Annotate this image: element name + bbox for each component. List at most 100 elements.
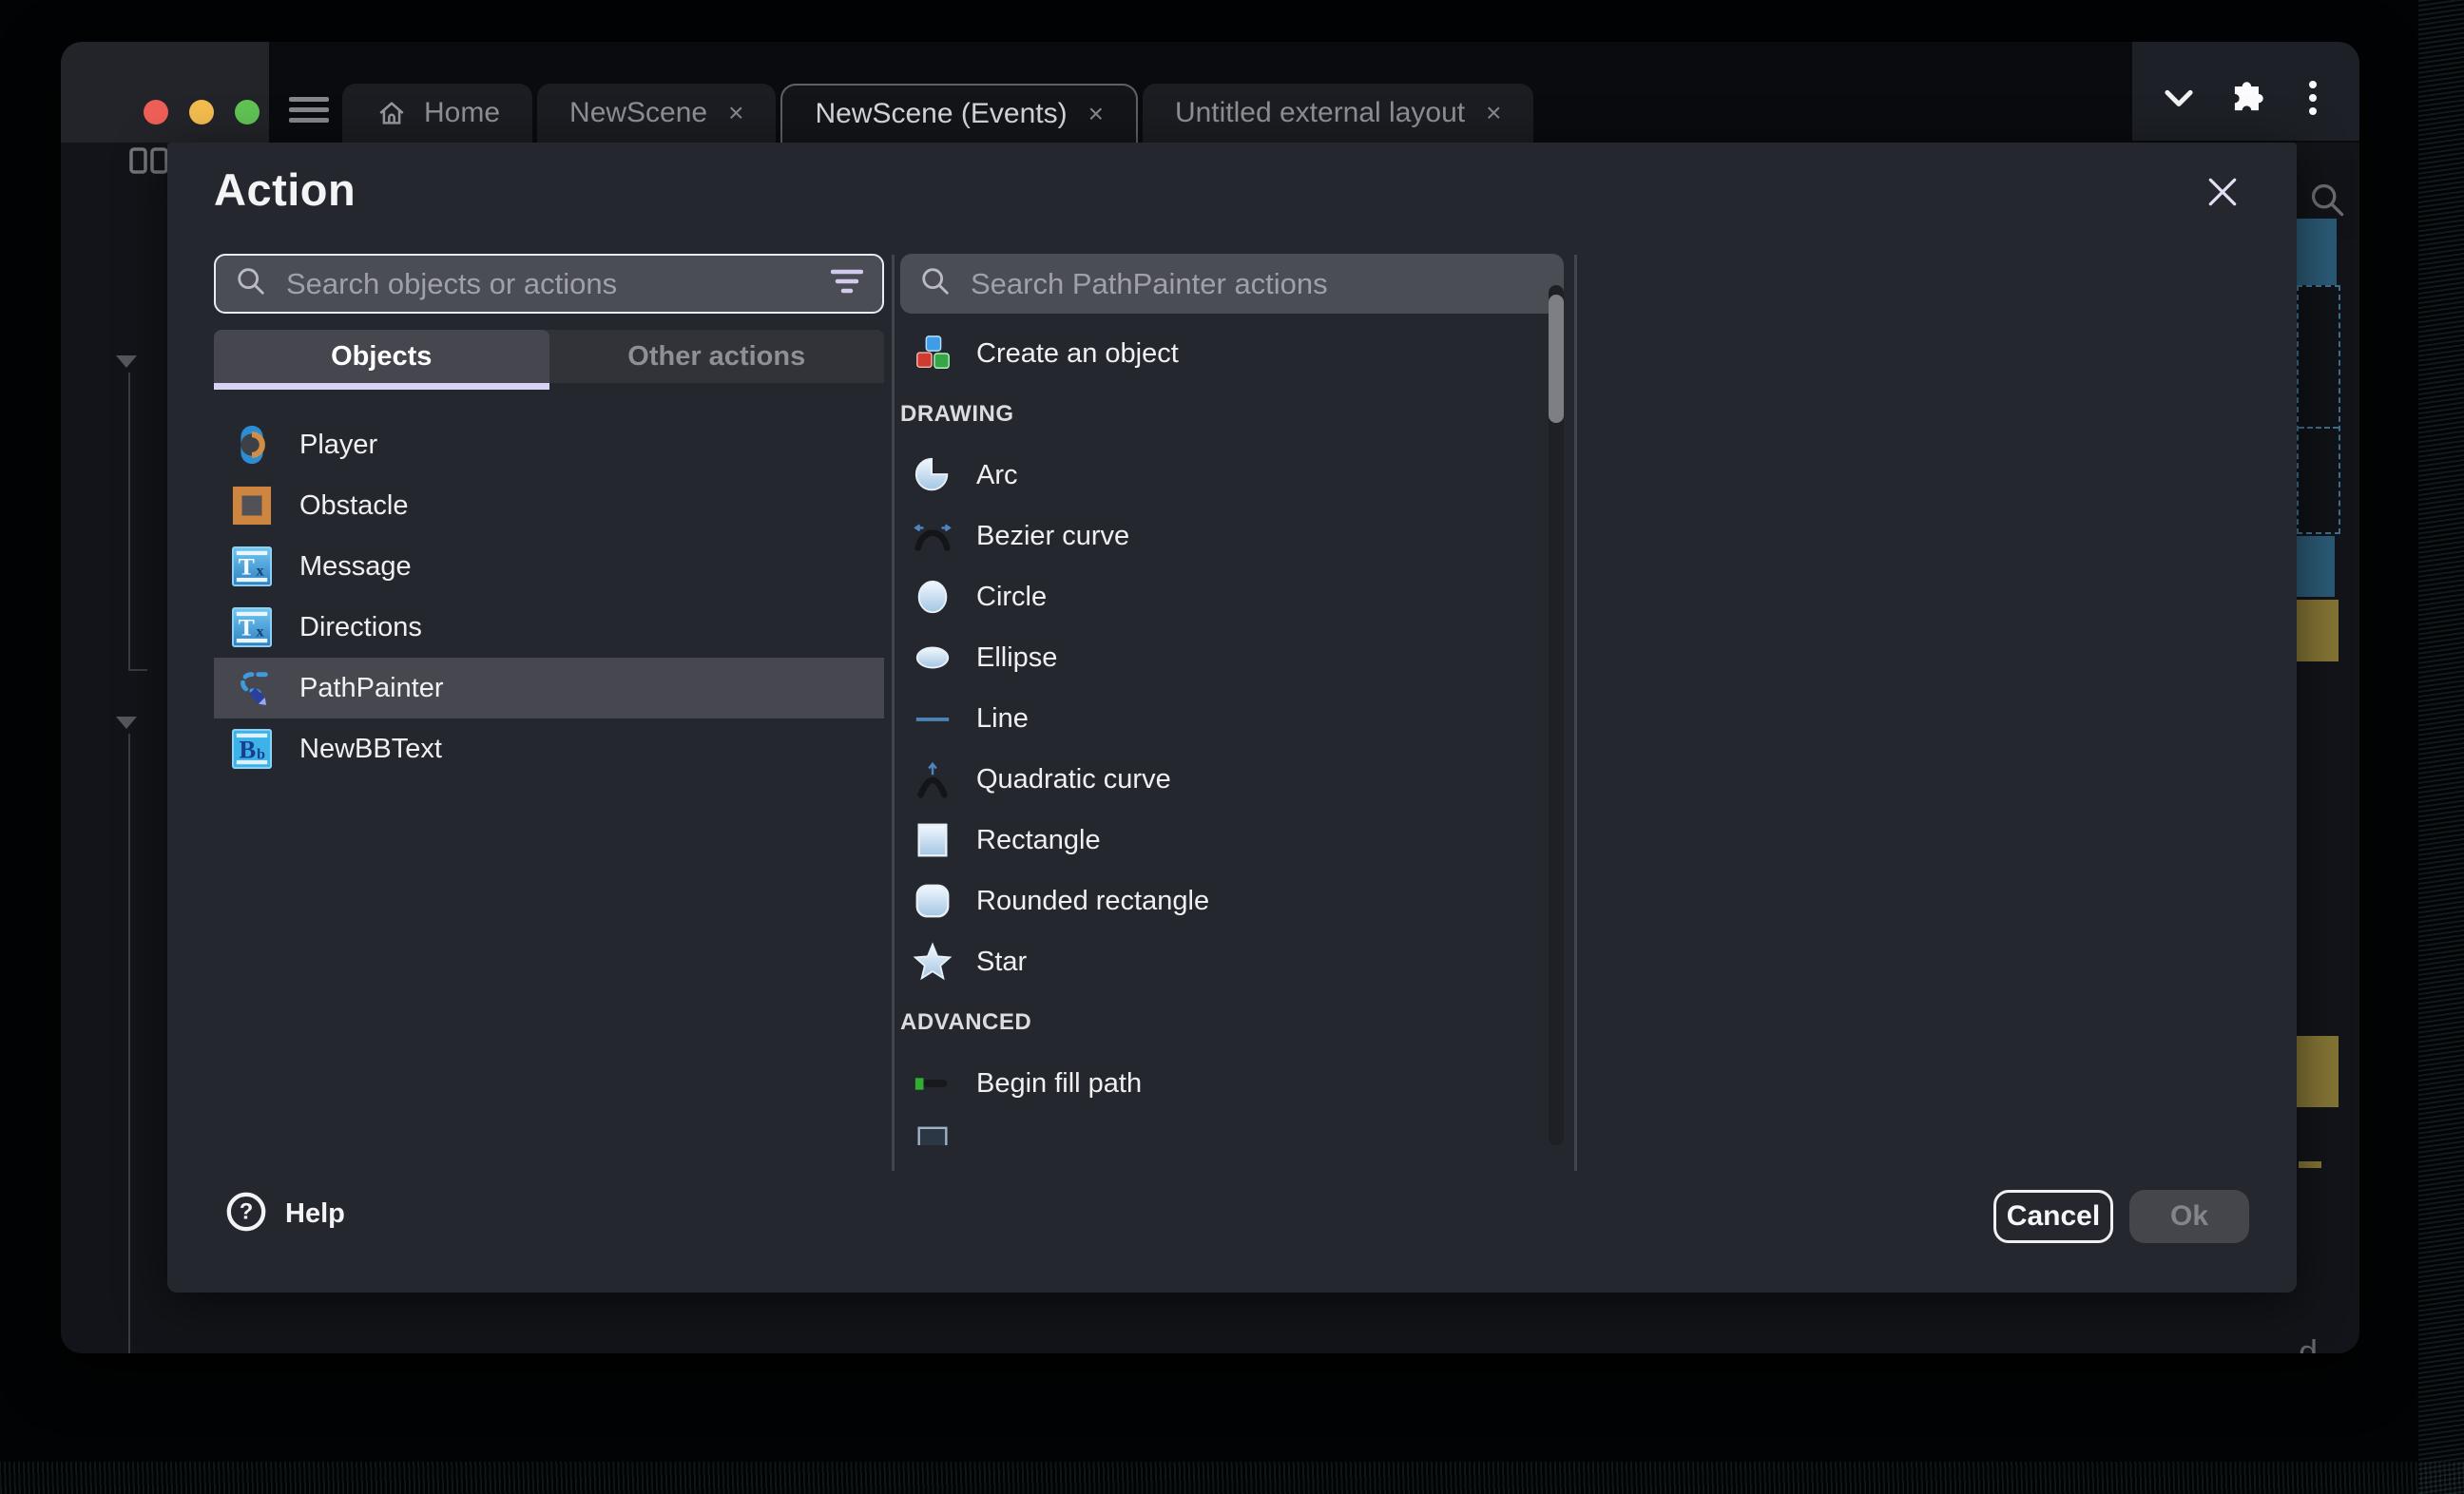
object-list: PlayerObstacle Tx Message Tx Directions PathP… bbox=[214, 414, 884, 779]
row-label: Circle bbox=[976, 582, 1047, 613]
search-icon bbox=[919, 265, 952, 302]
objects-search-input[interactable] bbox=[284, 266, 831, 302]
section-header-drawing: DRAWING bbox=[900, 384, 1548, 445]
ok-button[interactable]: Ok bbox=[2129, 1190, 2249, 1243]
star-icon bbox=[910, 942, 955, 982]
row-label: Begin fill path bbox=[976, 1068, 1142, 1100]
section-header-advanced: ADVANCED bbox=[900, 992, 1548, 1053]
action-item-circle[interactable]: Circle bbox=[900, 566, 1548, 627]
clipped-editor-text: d... bbox=[2299, 1332, 2346, 1353]
row-label: Bezier curve bbox=[976, 521, 1129, 552]
event-block bbox=[2297, 1036, 2339, 1107]
zoom-window-button[interactable] bbox=[235, 100, 260, 124]
chevron-down-icon[interactable] bbox=[2158, 78, 2200, 120]
extensions-puzzle-icon[interactable] bbox=[2225, 78, 2267, 120]
tab-other-actions[interactable]: Other actions bbox=[549, 330, 885, 383]
panel-layout-icon[interactable] bbox=[129, 146, 171, 180]
arc-icon bbox=[910, 455, 955, 495]
event-collapse-icon[interactable] bbox=[116, 355, 137, 368]
begin-fill-path-icon bbox=[910, 1063, 955, 1103]
action-item-begin-fill-path[interactable]: Begin fill path bbox=[900, 1053, 1548, 1114]
object-item-pathpainter[interactable]: PathPainter bbox=[214, 658, 884, 718]
action-item-line[interactable]: Line bbox=[900, 688, 1548, 749]
object-item-newbbtext[interactable]: BbNewBBText bbox=[214, 718, 884, 779]
search-icon bbox=[235, 265, 267, 302]
partial-item-icon bbox=[910, 1124, 955, 1145]
panel-divider bbox=[1574, 255, 1577, 1171]
close-window-button[interactable] bbox=[144, 100, 168, 124]
event-block-dashed bbox=[2297, 285, 2340, 534]
row-label: Arc bbox=[976, 460, 1018, 491]
close-icon[interactable] bbox=[2196, 165, 2249, 219]
window-toolbar bbox=[2132, 42, 2359, 141]
tab-newscene[interactable]: NewScene × bbox=[537, 84, 776, 143]
svg-text:x: x bbox=[257, 623, 265, 641]
action-item-bezier-curve[interactable]: Bezier curve bbox=[900, 506, 1548, 566]
action-item-create-an-object[interactable]: Create an object bbox=[900, 323, 1548, 384]
minimize-window-button[interactable] bbox=[189, 100, 214, 124]
desktop: HomeNewScene×NewScene (Events)×Untitled … bbox=[0, 0, 2464, 1494]
actions-search-field[interactable] bbox=[900, 254, 1564, 314]
tab-label: NewScene bbox=[569, 97, 707, 129]
action-list: Create an object DRAWING Arc Bezier curve Ci… bbox=[900, 323, 1548, 1145]
filter-icon[interactable] bbox=[831, 268, 863, 299]
event-block bbox=[2299, 1161, 2321, 1168]
rectangle-icon bbox=[910, 820, 955, 860]
text-object-icon: Tx bbox=[229, 546, 275, 586]
tab-label: Untitled external layout bbox=[1175, 97, 1465, 129]
row-label: Message bbox=[299, 551, 412, 583]
titlebar: HomeNewScene×NewScene (Events)×Untitled … bbox=[61, 42, 2359, 143]
objects-search-field[interactable] bbox=[214, 254, 884, 314]
row-label: Rectangle bbox=[976, 825, 1101, 856]
scrollbar-track[interactable] bbox=[1549, 285, 1564, 1145]
object-panel-tabs: ObjectsOther actions bbox=[214, 330, 884, 383]
action-item-ellipse[interactable]: Ellipse bbox=[900, 627, 1548, 688]
event-block bbox=[2297, 536, 2335, 597]
actions-search-input[interactable] bbox=[969, 266, 1545, 302]
row-label: Star bbox=[976, 947, 1027, 978]
path-painter-icon bbox=[229, 668, 275, 708]
tab-label: Home bbox=[424, 97, 500, 129]
kebab-menu-icon[interactable] bbox=[2292, 78, 2334, 120]
event-collapse-icon[interactable] bbox=[116, 717, 137, 729]
svg-text:T: T bbox=[239, 614, 255, 642]
cancel-button[interactable]: Cancel bbox=[1993, 1190, 2113, 1243]
dialog-title: Action bbox=[214, 163, 356, 216]
action-item-star[interactable]: Star bbox=[900, 931, 1548, 992]
svg-text:?: ? bbox=[240, 1199, 254, 1225]
tab-label: NewScene (Events) bbox=[815, 98, 1067, 130]
tab-untitled-external-layout[interactable]: Untitled external layout × bbox=[1143, 84, 1534, 143]
quadratic-curve-icon bbox=[910, 759, 955, 799]
svg-text:T: T bbox=[239, 553, 255, 581]
object-item-message[interactable]: Tx Message bbox=[214, 536, 884, 597]
help-icon: ? bbox=[224, 1190, 268, 1238]
object-item-directions[interactable]: Tx Directions bbox=[214, 597, 884, 658]
object-item-obstacle[interactable]: Obstacle bbox=[214, 475, 884, 536]
action-item-quadratic-curve[interactable]: Quadratic curve bbox=[900, 749, 1548, 810]
help-button[interactable]: ? Help bbox=[224, 1190, 345, 1238]
bezier-curve-icon bbox=[910, 516, 955, 556]
action-item-partial[interactable] bbox=[900, 1114, 1548, 1145]
action-item-rounded-rectangle[interactable]: Rounded rectangle bbox=[900, 871, 1548, 931]
tab-close-icon[interactable]: × bbox=[1486, 100, 1501, 126]
row-label: Directions bbox=[299, 612, 422, 643]
text-object-icon: Tx bbox=[229, 607, 275, 647]
tab-close-icon[interactable]: × bbox=[728, 100, 743, 126]
action-item-arc[interactable]: Arc bbox=[900, 445, 1548, 506]
row-label: NewBBText bbox=[299, 734, 442, 765]
row-label: Line bbox=[976, 703, 1029, 735]
scrollbar-thumb[interactable] bbox=[1549, 295, 1564, 423]
circle-icon bbox=[910, 577, 955, 617]
object-item-player[interactable]: Player bbox=[214, 414, 884, 475]
row-label: PathPainter bbox=[299, 673, 444, 704]
main-menu-icon[interactable] bbox=[289, 97, 329, 129]
tab-home[interactable]: Home bbox=[342, 84, 532, 143]
row-label: Create an object bbox=[976, 338, 1179, 370]
tab-newscene-events[interactable]: NewScene (Events) × bbox=[780, 84, 1137, 143]
app-window: HomeNewScene×NewScene (Events)×Untitled … bbox=[61, 42, 2359, 1353]
ellipse-icon bbox=[910, 638, 955, 678]
tab-close-icon[interactable]: × bbox=[1088, 101, 1104, 127]
action-item-rectangle[interactable]: Rectangle bbox=[900, 810, 1548, 871]
row-label: Ellipse bbox=[976, 642, 1057, 674]
tab-objects[interactable]: Objects bbox=[214, 330, 549, 383]
